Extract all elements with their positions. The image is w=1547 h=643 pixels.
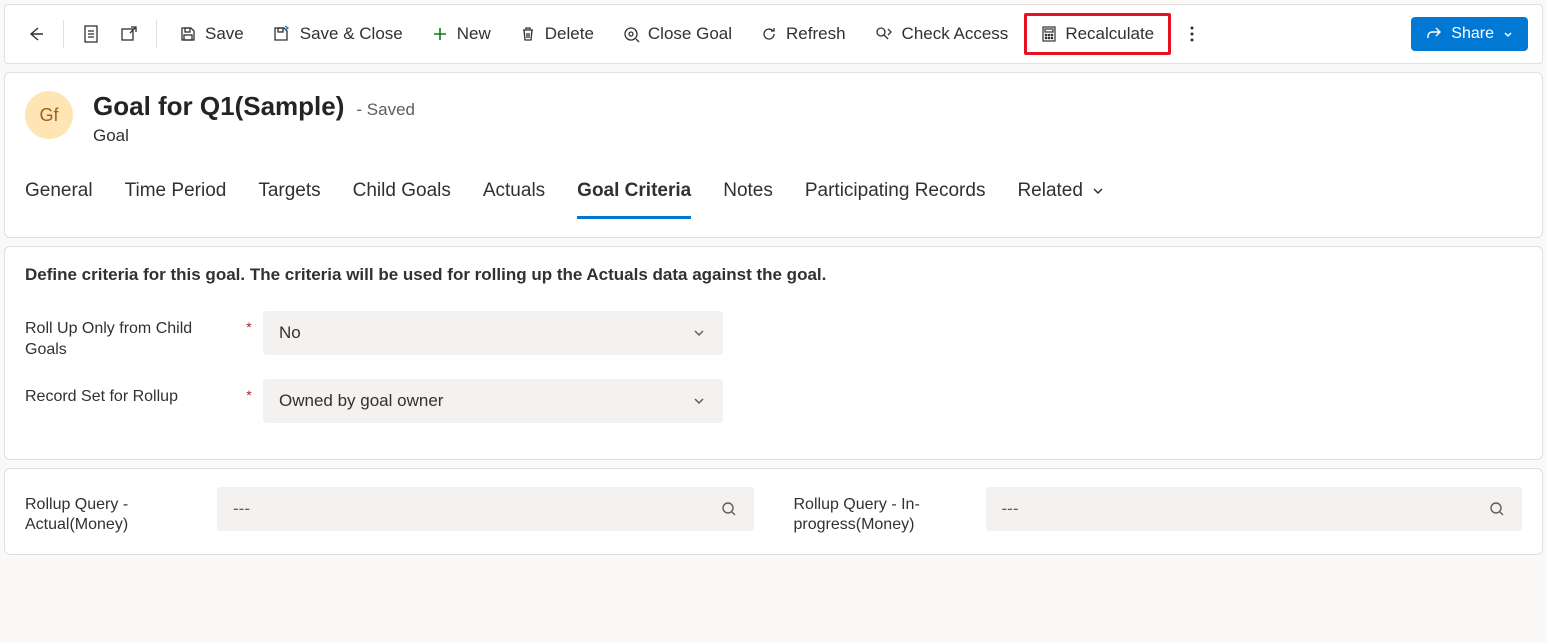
chevron-down-icon: [691, 393, 707, 409]
saved-status: - Saved: [356, 100, 415, 120]
close-goal-label: Close Goal: [648, 24, 732, 44]
chevron-down-icon: [1502, 28, 1514, 40]
share-button[interactable]: Share: [1411, 17, 1528, 51]
tab-related[interactable]: Related: [1017, 174, 1105, 219]
new-label: New: [457, 24, 491, 44]
calculator-icon: [1041, 25, 1057, 43]
criteria-description: Define criteria for this goal. The crite…: [25, 265, 1522, 285]
queries-section: Rollup Query - Actual(Money) --- Rollup …: [4, 468, 1543, 556]
chevron-down-icon: [1091, 184, 1105, 198]
actual-query-lookup[interactable]: ---: [217, 487, 754, 531]
refresh-label: Refresh: [786, 24, 846, 44]
rollup-child-value: No: [279, 323, 301, 343]
actual-query-row: Rollup Query - Actual(Money) ---: [25, 487, 754, 537]
inprogress-query-row: Rollup Query - In-progress(Money) ---: [794, 487, 1523, 537]
tab-child-goals[interactable]: Child Goals: [353, 174, 451, 219]
record-set-label: Record Set for Rollup: [25, 379, 235, 408]
activity-button[interactable]: [74, 17, 108, 51]
tab-notes[interactable]: Notes: [723, 174, 773, 219]
rollup-child-row: Roll Up Only from Child Goals * No: [25, 311, 1522, 361]
search-icon: [720, 500, 738, 518]
inprogress-query-label: Rollup Query - In-progress(Money): [794, 487, 974, 537]
record-title: Goal for Q1(Sample): [93, 91, 344, 122]
record-set-value: Owned by goal owner: [279, 391, 443, 411]
back-button[interactable]: [19, 17, 53, 51]
refresh-button[interactable]: Refresh: [748, 18, 858, 50]
required-indicator: *: [243, 311, 255, 335]
check-access-button[interactable]: Check Access: [862, 18, 1021, 50]
search-icon: [1488, 500, 1506, 518]
tab-general[interactable]: General: [25, 174, 93, 219]
close-goal-button[interactable]: Close Goal: [610, 18, 744, 50]
criteria-section: Define criteria for this goal. The crite…: [4, 246, 1543, 460]
tab-bar: General Time Period Targets Child Goals …: [25, 170, 1522, 219]
divider: [156, 20, 157, 48]
plus-icon: [431, 25, 449, 43]
rollup-child-label: Roll Up Only from Child Goals: [25, 311, 235, 361]
save-icon: [179, 25, 197, 43]
back-arrow-icon: [26, 24, 46, 44]
open-button[interactable]: [112, 17, 146, 51]
actual-query-value: ---: [233, 499, 250, 519]
check-access-label: Check Access: [902, 24, 1009, 44]
tab-related-label: Related: [1017, 180, 1083, 202]
record-avatar: Gf: [25, 91, 73, 139]
save-close-icon: [272, 25, 292, 43]
save-button[interactable]: Save: [167, 18, 256, 50]
record-header: Gf Goal for Q1(Sample) - Saved Goal: [25, 91, 1522, 146]
tab-participating-records[interactable]: Participating Records: [805, 174, 986, 219]
divider: [63, 20, 64, 48]
rollup-child-select[interactable]: No: [263, 311, 723, 355]
actual-query-label: Rollup Query - Actual(Money): [25, 487, 205, 537]
delete-label: Delete: [545, 24, 594, 44]
new-button[interactable]: New: [419, 18, 503, 50]
share-icon: [1425, 25, 1443, 43]
document-icon: [82, 24, 100, 44]
share-label: Share: [1451, 25, 1494, 43]
close-goal-icon: [622, 25, 640, 43]
refresh-icon: [760, 25, 778, 43]
record-set-row: Record Set for Rollup * Owned by goal ow…: [25, 379, 1522, 423]
tab-goal-criteria[interactable]: Goal Criteria: [577, 174, 691, 219]
chevron-down-icon: [691, 325, 707, 341]
inprogress-query-value: ---: [1002, 499, 1019, 519]
required-indicator: *: [243, 379, 255, 403]
save-label: Save: [205, 24, 244, 44]
delete-button[interactable]: Delete: [507, 18, 606, 50]
record-set-select[interactable]: Owned by goal owner: [263, 379, 723, 423]
tab-targets[interactable]: Targets: [258, 174, 320, 219]
recalculate-label: Recalculate: [1065, 24, 1154, 44]
save-close-label: Save & Close: [300, 24, 403, 44]
popout-icon: [119, 24, 139, 44]
command-bar: Save Save & Close New Delete Close Goal …: [4, 4, 1543, 64]
record-subtitle: Goal: [93, 126, 415, 146]
tab-time-period[interactable]: Time Period: [125, 174, 227, 219]
tab-actuals[interactable]: Actuals: [483, 174, 545, 219]
inprogress-query-lookup[interactable]: ---: [986, 487, 1523, 531]
recalculate-button[interactable]: Recalculate: [1029, 18, 1166, 50]
more-vertical-icon: [1190, 25, 1194, 43]
check-access-icon: [874, 25, 894, 43]
overflow-button[interactable]: [1175, 17, 1209, 51]
trash-icon: [519, 25, 537, 43]
save-close-button[interactable]: Save & Close: [260, 18, 415, 50]
record-header-card: Gf Goal for Q1(Sample) - Saved Goal Gene…: [4, 72, 1543, 238]
recalculate-highlight: Recalculate: [1024, 13, 1171, 55]
